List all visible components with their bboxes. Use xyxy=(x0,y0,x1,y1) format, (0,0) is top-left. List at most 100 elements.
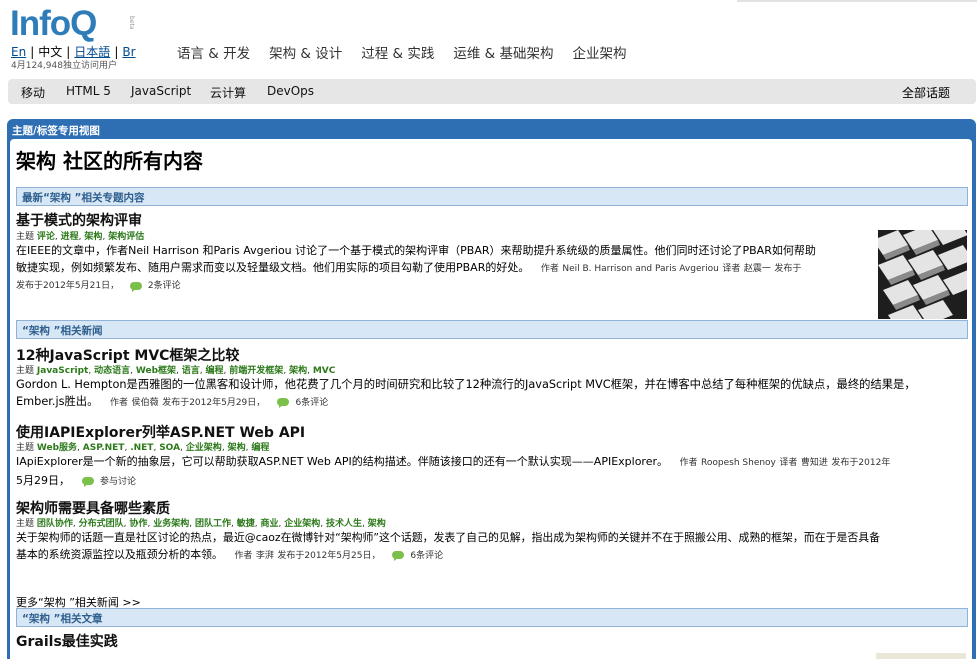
tag-link[interactable]: 架构 xyxy=(84,232,102,242)
featured-item-tags: 主题 评论, 进程, 架构, 架构评估 xyxy=(16,232,145,242)
author-link[interactable]: 李湃 xyxy=(256,551,274,561)
main-nav: 语言 & 开发 架构 & 设计 过程 & 实践 运维 & 基础架构 企业架构 xyxy=(177,42,646,62)
tag-link[interactable]: 动态语言 xyxy=(94,366,130,376)
tag-link[interactable]: 进程 xyxy=(61,232,79,242)
section-news-title: “架构 ”相关新闻 xyxy=(22,325,103,337)
comment-count-link[interactable]: 2条评论 xyxy=(148,281,181,291)
comment-count-link[interactable]: 6条评论 xyxy=(295,398,328,408)
lang-ja[interactable]: 日本語 xyxy=(74,45,110,59)
nav-ops-infra[interactable]: 运维 & 基础架构 xyxy=(453,42,553,62)
tag-link[interactable]: 前端开发框架 xyxy=(229,366,283,376)
tag-link[interactable]: 编程 xyxy=(206,366,224,376)
infoq-logo[interactable]: InfoQ beta xyxy=(10,4,135,46)
tag-link[interactable]: JavaScript xyxy=(37,366,88,376)
tag-link[interactable]: 语言 xyxy=(182,366,200,376)
publish-date: 发布于2012年5月29日， xyxy=(162,398,266,408)
tag-prefix: 主题 xyxy=(16,443,35,453)
description-line: 5月29日， 参与讨论 xyxy=(16,474,137,487)
news-item-title[interactable]: 使用IAPIExplorer列举ASP.NET Web API xyxy=(16,422,305,442)
tag-link[interactable]: MVC xyxy=(313,366,336,376)
translator-link[interactable]: 赵震一 xyxy=(744,264,771,274)
tag-link[interactable]: 敏捷 xyxy=(237,519,255,529)
logo-badge: beta xyxy=(128,16,135,30)
comment-count-link[interactable]: 参与讨论 xyxy=(100,477,136,487)
article-item-title[interactable]: Grails最佳实践 xyxy=(16,631,118,651)
tag-link[interactable]: 团队协作 xyxy=(37,519,73,529)
tag-link[interactable]: 架构 xyxy=(228,443,246,453)
all-topics-link[interactable]: 全部话题 xyxy=(902,84,950,101)
section-news-header: “架构 ”相关新闻 xyxy=(16,320,968,339)
author-link[interactable]: Neil B. Harrison and Paris Avgeriou xyxy=(562,264,719,274)
comment-icon xyxy=(129,281,142,292)
subnav-html5[interactable]: HTML 5 xyxy=(66,84,111,98)
top-gray-strip xyxy=(737,0,977,2)
tag-link[interactable]: SOA xyxy=(159,443,180,453)
lang-zh: 中文 xyxy=(38,45,63,59)
translator-link[interactable]: 曹知进 xyxy=(801,458,828,468)
panel-content: 架构 社区的所有内容 最新“架构 ”相关专题内容 基于模式的架构评审 主题 评论… xyxy=(10,139,972,659)
tag-link[interactable]: 架构 xyxy=(368,519,386,529)
news-item-description: 关于架构师的话题一直是社区讨论的热点，最近@caoz在微博针对“架构师”这个话题… xyxy=(16,529,971,565)
tag-link[interactable]: 业务架构 xyxy=(153,519,189,529)
subnav-javascript[interactable]: JavaScript xyxy=(131,84,191,98)
lang-en[interactable]: En xyxy=(11,45,26,59)
description-line: 在IEEE的文章中，作者Neil Harrison 和Paris Avgerio… xyxy=(16,244,816,257)
subnav-mobile[interactable]: 移动 xyxy=(21,84,45,101)
section-featured-title: 最新“架构 ”相关专题内容 xyxy=(22,192,145,204)
tag-link[interactable]: 企业架构 xyxy=(186,443,222,453)
article-thumbnail[interactable] xyxy=(876,653,966,659)
logo-text: InfoQ xyxy=(10,4,97,43)
tag-prefix: 主题 xyxy=(16,232,35,242)
tag-link[interactable]: 架构 xyxy=(289,366,307,376)
tag-prefix: 主题 xyxy=(16,519,35,529)
tag-link[interactable]: 企业架构 xyxy=(284,519,320,529)
description-line: Gordon L. Hempton是西雅图的一位黑客和设计师，他花费了几个月的时… xyxy=(16,378,916,391)
panel-title: 主题/标签专用视图 xyxy=(12,125,100,137)
nav-process-practice[interactable]: 过程 & 实践 xyxy=(361,42,434,62)
sub-nav-bar: 移动 HTML 5 JavaScript 云计算 DevOps 全部话题 xyxy=(8,79,976,104)
tag-link[interactable]: 团队工作 xyxy=(195,519,231,529)
publish-date: 发布于2012年5月21日， xyxy=(16,281,120,291)
news-item-description: Gordon L. Hempton是西雅图的一位黑客和设计师，他花费了几个月的时… xyxy=(16,376,971,412)
publish-date: 发布于 xyxy=(774,264,802,274)
lang-br[interactable]: Br xyxy=(122,45,135,59)
architecture-pattern-photo-icon xyxy=(878,230,967,319)
news-item-title[interactable]: 12种JavaScript MVC框架之比较 xyxy=(16,345,239,365)
news-item-tags: 主题 团队协作, 分布式团队, 协作, 业务架构, 团队工作, 敏捷, 商业, … xyxy=(16,519,386,529)
author-label: 作者 xyxy=(234,551,253,561)
translator-label: 译者 xyxy=(722,264,741,274)
tag-link[interactable]: 商业 xyxy=(260,519,278,529)
comment-count-link[interactable]: 6条评论 xyxy=(410,551,443,561)
news-item-tags: 主题 JavaScript, 动态语言, Web框架, 语言, 编程, 前端开发… xyxy=(16,366,336,376)
nav-enterprise-arch[interactable]: 企业架构 xyxy=(573,42,627,62)
subnav-cloud[interactable]: 云计算 xyxy=(210,84,246,101)
subnav-devops[interactable]: DevOps xyxy=(267,84,314,98)
tag-link[interactable]: 协作 xyxy=(129,519,147,529)
news-item-title[interactable]: 架构师需要具备哪些素质 xyxy=(16,498,170,518)
author-label: 作者 xyxy=(679,458,698,468)
tag-link[interactable]: Web框架 xyxy=(136,366,176,376)
tag-link[interactable]: 分布式团队 xyxy=(79,519,124,529)
author-link[interactable]: 侯伯薇 xyxy=(132,398,159,408)
tag-link[interactable]: 架构评估 xyxy=(108,232,144,242)
featured-item-description: 在IEEE的文章中，作者Neil Harrison 和Paris Avgerio… xyxy=(16,242,876,295)
description-line: 关于架构师的话题一直是社区讨论的热点，最近@caoz在微博针对“架构师”这个话题… xyxy=(16,531,881,544)
nav-architecture-design[interactable]: 架构 & 设计 xyxy=(269,42,342,62)
comment-icon xyxy=(276,398,289,408)
description-line: Ember.js胜出。 作者 侯伯薇 发布于2012年5月29日， 6条评论 xyxy=(16,395,329,408)
featured-thumbnail[interactable] xyxy=(878,230,967,319)
tag-prefix: 主题 xyxy=(16,366,35,376)
nav-language-dev[interactable]: 语言 & 开发 xyxy=(177,42,250,62)
author-label: 作者 xyxy=(109,398,128,408)
visitor-count: 4月124,948独立访问用户 xyxy=(11,61,117,71)
author-link[interactable]: Roopesh Shenoy xyxy=(701,458,776,468)
featured-item-title[interactable]: 基于模式的架构评审 xyxy=(16,210,142,230)
tag-link[interactable]: Web服务 xyxy=(37,443,77,453)
tag-link[interactable]: 技术人生 xyxy=(326,519,362,529)
section-articles-title: “架构 ”相关文章 xyxy=(22,613,103,625)
comment-icon xyxy=(391,551,404,561)
tag-link[interactable]: ASP.NET xyxy=(83,443,125,453)
tag-link[interactable]: 评论 xyxy=(37,232,55,242)
tag-link[interactable]: 编程 xyxy=(251,443,269,453)
tag-link[interactable]: .NET xyxy=(130,443,153,453)
